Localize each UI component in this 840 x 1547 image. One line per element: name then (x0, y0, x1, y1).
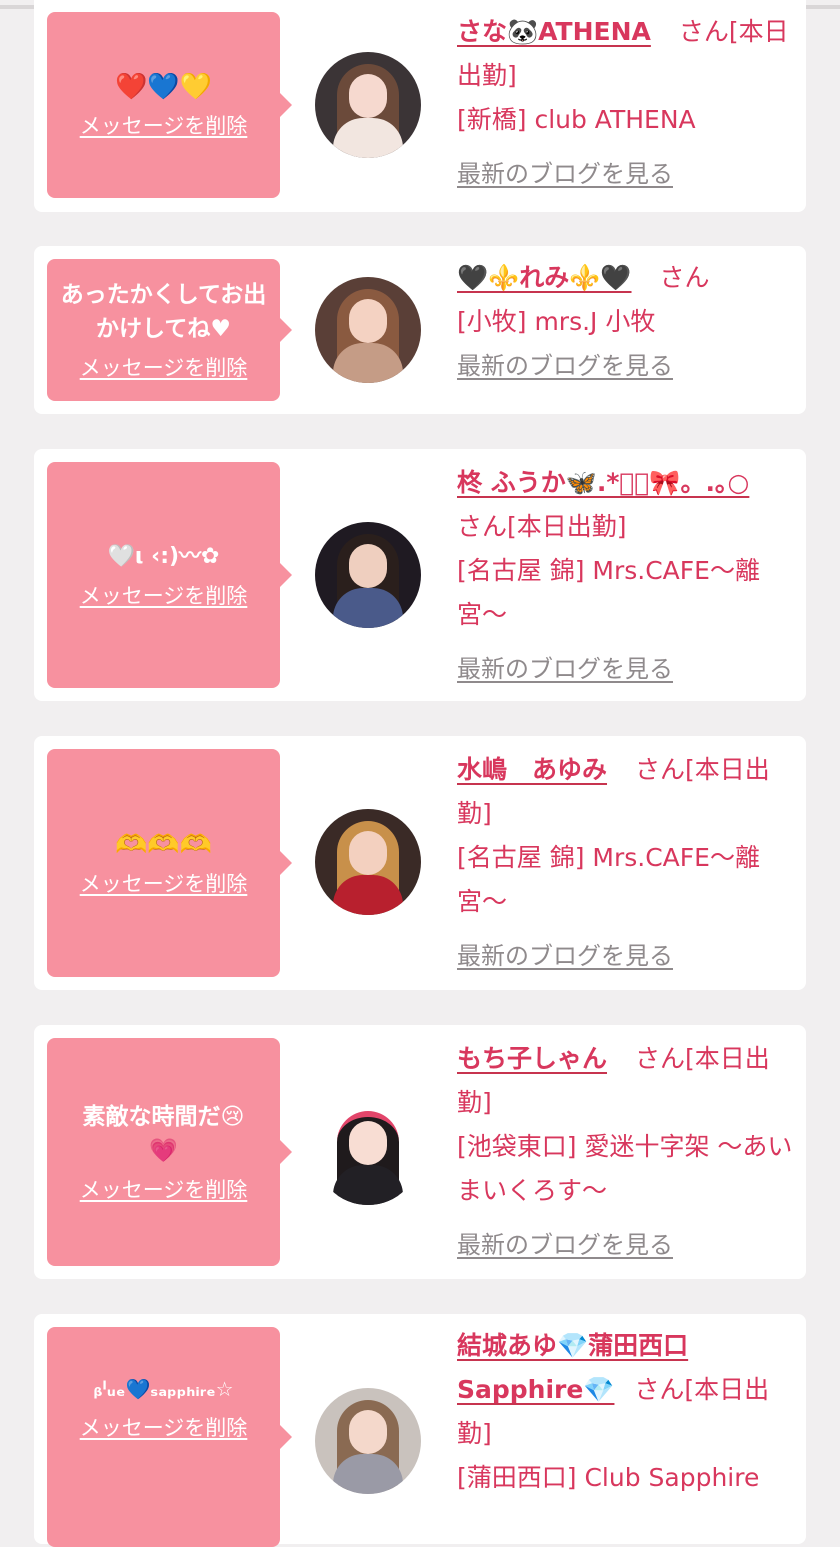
latest-blog-link[interactable]: 最新のブログを見る (457, 934, 673, 978)
message-text: 🫶🫶🫶 (114, 830, 213, 860)
message-text: ❤️💙💛 (114, 72, 213, 102)
favorite-card: 🫶🫶🫶 メッセージを削除 水嶋 あゆみ さん[本日出勤] [名古屋 錦] Mrs… (34, 736, 806, 990)
cast-name-link[interactable]: 🖤⚜️れみ⚜️🖤 (457, 263, 632, 292)
shop-name: [新橋] club ATHENA (457, 105, 696, 134)
favorite-card: 🤍ι ‹:)〰✿ メッセージを削除 柊 ふうか🦋.*゚︶🎀。.｡○ さん[本日出… (34, 449, 806, 701)
avatar[interactable] (315, 277, 421, 383)
latest-blog-link[interactable]: 最新のブログを見る (457, 152, 673, 196)
delete-message-link[interactable]: メッセージを削除 (80, 1174, 248, 1204)
shop-name: [池袋東口] 愛迷十字架 〜あいまいくろす〜 (457, 1132, 793, 1205)
honorific: さん (634, 755, 685, 784)
message-bubble: 🫶🫶🫶 メッセージを削除 (47, 749, 292, 977)
avatar[interactable] (315, 52, 421, 158)
shop-name: [蒲田西口] Club Sapphire (457, 1463, 760, 1492)
delete-message-link[interactable]: メッセージを削除 (80, 1412, 248, 1442)
shop-name: [小牧] mrs.J 小牧 (457, 307, 656, 336)
honorific: さん (659, 263, 710, 292)
avatar[interactable] (315, 1388, 421, 1494)
avatar[interactable] (315, 809, 421, 915)
favorite-card: ❤️💙💛 メッセージを削除 さな🐼ATHENA さん[本日出勤] [新橋] cl… (34, 0, 806, 212)
message-bubble: ❤️💙💛 メッセージを削除 (47, 12, 292, 198)
profile-info: もち子しゃん さん[本日出勤] [池袋東口] 愛迷十字架 〜あいまいくろす〜 最… (457, 1037, 797, 1267)
honorific: さん (678, 17, 729, 46)
profile-info: 🖤⚜️れみ⚜️🖤 さん [小牧] mrs.J 小牧 最新のブログを見る (457, 256, 797, 388)
shop-name: [名古屋 錦] Mrs.CAFE〜離宮〜 (457, 556, 760, 629)
delete-message-link[interactable]: メッセージを削除 (80, 352, 248, 382)
message-bubble: ᵦˡᵤₑ💙ₛₐₚₚₕᵢᵣₑ☆ メッセージを削除 (47, 1327, 292, 1547)
message-text: 素敵な時間だ😢💗 (82, 1104, 245, 1164)
delete-message-link[interactable]: メッセージを削除 (80, 868, 248, 898)
status-text: [本日出勤] (507, 512, 627, 541)
message-bubble: 🤍ι ‹:)〰✿ メッセージを削除 (47, 462, 292, 688)
shop-name: [名古屋 錦] Mrs.CAFE〜離宮〜 (457, 843, 760, 916)
latest-blog-link[interactable]: 最新のブログを見る (457, 344, 673, 388)
favorite-card: あったかくしてお出かけしてね♥ メッセージを削除 🖤⚜️れみ⚜️🖤 さん [小牧… (34, 246, 806, 414)
message-bubble: あったかくしてお出かけしてね♥ メッセージを削除 (47, 259, 292, 401)
cast-name-link[interactable]: さな🐼ATHENA (457, 17, 651, 46)
cast-name-link[interactable]: 柊 ふうか🦋.*゚︶🎀。.｡○ (457, 468, 749, 497)
message-bubble: 素敵な時間だ😢💗 メッセージを削除 (47, 1038, 292, 1266)
profile-info: さな🐼ATHENA さん[本日出勤] [新橋] club ATHENA 最新のブ… (457, 10, 797, 196)
latest-blog-link[interactable]: 最新のブログを見る (457, 1223, 673, 1267)
delete-message-link[interactable]: メッセージを削除 (80, 580, 248, 610)
favorite-card: ᵦˡᵤₑ💙ₛₐₚₚₕᵢᵣₑ☆ メッセージを削除 結城あゆ💎蒲田西口Sapphir… (34, 1314, 806, 1547)
favorite-card: 素敵な時間だ😢💗 メッセージを削除 もち子しゃん さん[本日出勤] [池袋東口]… (34, 1025, 806, 1279)
honorific: さん (634, 1044, 685, 1073)
message-text: あったかくしてお出かけしてね♥ (60, 282, 267, 342)
message-text: ᵦˡᵤₑ💙ₛₐₚₚₕᵢᵣₑ☆ (93, 1377, 234, 1401)
profile-info: 水嶋 あゆみ さん[本日出勤] [名古屋 錦] Mrs.CAFE〜離宮〜 最新の… (457, 748, 797, 978)
cast-name-link[interactable]: もち子しゃん (457, 1044, 607, 1073)
honorific: さん (457, 512, 508, 541)
honorific: さん (634, 1375, 685, 1404)
cast-name-link[interactable]: 水嶋 あゆみ (457, 755, 607, 784)
avatar[interactable] (315, 1099, 421, 1205)
profile-info: 柊 ふうか🦋.*゚︶🎀。.｡○ さん[本日出勤] [名古屋 錦] Mrs.CAF… (457, 461, 797, 691)
message-text: 🤍ι ‹:)〰✿ (107, 544, 220, 569)
avatar[interactable] (315, 522, 421, 628)
profile-info: 結城あゆ💎蒲田西口Sapphire💎 さん[本日出勤] [蒲田西口] Club … (457, 1324, 797, 1500)
latest-blog-link[interactable]: 最新のブログを見る (457, 647, 673, 691)
delete-message-link[interactable]: メッセージを削除 (80, 110, 248, 140)
